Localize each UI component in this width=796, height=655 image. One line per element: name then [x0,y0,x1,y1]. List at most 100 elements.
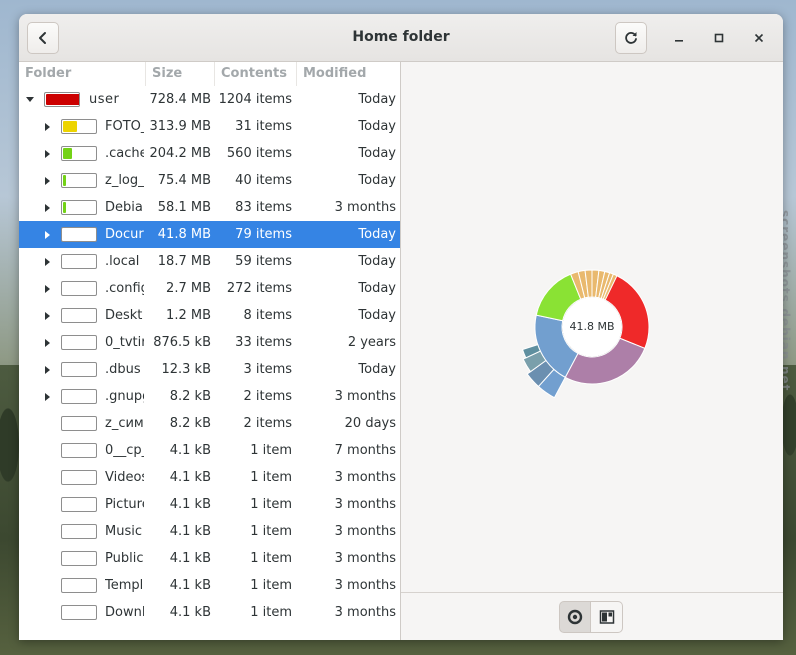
folder-name: Picture [105,497,144,512]
folder-contents: 1 item [250,470,292,485]
column-header-contents[interactable]: Contents [215,62,297,86]
column-header-modified[interactable]: Modified [297,62,400,86]
folder-modified: Today [358,227,396,242]
usage-bar [61,200,97,215]
rings-chart[interactable]: 41.8 MB [401,62,783,592]
folder-name: .dbus [105,362,141,377]
collapsed-arrow-icon[interactable] [41,248,53,275]
folder-row[interactable]: Debia 58.1 MB 83 items 3 months [19,194,400,221]
folder-row[interactable]: .local 18.7 MB 59 items Today [19,248,400,275]
minimize-button[interactable] [669,28,689,48]
collapsed-arrow-icon[interactable] [41,383,53,410]
usage-bar [61,335,97,350]
folder-size: 4.1 kB [169,551,211,566]
folder-contents: 59 items [235,254,292,269]
folder-contents: 8 items [243,308,292,323]
folder-size: 4.1 kB [169,524,211,539]
usage-bar [61,389,97,404]
collapsed-arrow-icon[interactable] [41,275,53,302]
usage-bar [61,254,97,269]
usage-bar [61,470,97,485]
folder-modified: Today [358,281,396,296]
folder-row[interactable]: Public 4.1 kB 1 item 3 months [19,545,400,572]
usage-bar [61,146,97,161]
usage-bar [61,173,97,188]
usage-bar [61,362,97,377]
column-header-folder[interactable]: Folder [19,62,146,86]
folder-modified: 20 days [344,416,396,431]
folder-modified: 3 months [334,551,396,566]
folder-row[interactable]: 0_tvtir 876.5 kB 33 items 2 years [19,329,400,356]
folder-row[interactable]: .cache 204.2 MB 560 items Today [19,140,400,167]
folder-row[interactable]: Videos 4.1 kB 1 item 3 months [19,464,400,491]
collapsed-arrow-icon[interactable] [41,113,53,140]
folder-size: 75.4 MB [157,173,211,188]
folder-name: 0_tvtir [105,335,144,350]
folder-contents: 79 items [235,227,292,242]
usage-bar [61,551,97,566]
folder-name: Videos [105,470,144,485]
folder-size: 12.3 kB [161,362,211,377]
folder-name: .config [105,281,144,296]
folder-size: 4.1 kB [169,497,211,512]
header-bar: Home folder [19,14,783,62]
folder-contents: 1 item [250,578,292,593]
folder-modified: Today [358,173,396,188]
folder-row[interactable]: z_log_ 75.4 MB 40 items Today [19,167,400,194]
close-button[interactable] [749,28,769,48]
close-icon [754,33,764,43]
folder-row[interactable]: Music 4.1 kB 1 item 3 months [19,518,400,545]
folder-row[interactable]: user 728.4 MB 1204 items Today [19,86,400,113]
folder-modified: 7 months [334,443,396,458]
treemap-chart-icon [599,610,614,624]
usage-bar [61,524,97,539]
folder-size: 4.1 kB [169,470,211,485]
folder-row[interactable]: Downl 4.1 kB 1 item 3 months [19,599,400,626]
folder-size: 4.1 kB [169,443,211,458]
folder-size: 728.4 MB [149,92,211,107]
folder-row[interactable]: Picture 4.1 kB 1 item 3 months [19,491,400,518]
folder-size: 8.2 kB [169,389,211,404]
folder-row[interactable]: Templ 4.1 kB 1 item 3 months [19,572,400,599]
folder-row[interactable]: Docur 41.8 MB 79 items Today [19,221,400,248]
collapsed-arrow-icon[interactable] [41,329,53,356]
rings-chart-button[interactable] [559,601,591,633]
folder-contents: 83 items [235,200,292,215]
folder-contents: 1 item [250,551,292,566]
folder-name: FOTO_ [105,119,144,134]
folder-name: .local [105,254,140,269]
folder-contents: 1 item [250,524,292,539]
app-window: Home folder Folder Size Contents Modifie… [19,14,783,640]
collapsed-arrow-icon[interactable] [41,167,53,194]
folder-modified: 2 years [347,335,396,350]
column-header-size[interactable]: Size [146,62,215,86]
folder-row[interactable]: 0__cp_ 4.1 kB 1 item 7 months [19,437,400,464]
expanded-arrow-icon[interactable] [24,86,36,113]
folder-size: 4.1 kB [169,578,211,593]
folder-name: Downl [105,605,144,620]
folder-name: z_сим [105,416,144,431]
folder-name: z_log_ [105,173,144,188]
usage-bar [44,92,80,107]
collapsed-arrow-icon[interactable] [41,356,53,383]
collapsed-arrow-icon[interactable] [41,140,53,167]
folder-row[interactable]: z_сим 8.2 kB 2 items 20 days [19,410,400,437]
folder-row[interactable]: Deskt 1.2 MB 8 items Today [19,302,400,329]
maximize-button[interactable] [709,28,729,48]
folder-row[interactable]: FOTO_ 313.9 MB 31 items Today [19,113,400,140]
folder-size: 4.1 kB [169,605,211,620]
folder-modified: 3 months [334,470,396,485]
collapsed-arrow-icon[interactable] [41,194,53,221]
reload-button[interactable] [615,22,647,54]
folder-name: Debia [105,200,143,215]
collapsed-arrow-icon[interactable] [41,302,53,329]
folder-name: 0__cp_ [105,443,144,458]
folder-modified: Today [358,146,396,161]
folder-contents: 560 items [226,146,292,161]
folder-row[interactable]: .dbus 12.3 kB 3 items Today [19,356,400,383]
collapsed-arrow-icon[interactable] [41,221,53,248]
folder-row[interactable]: .gnupg 8.2 kB 2 items 3 months [19,383,400,410]
folder-modified: 3 months [334,200,396,215]
treemap-chart-button[interactable] [591,601,623,633]
folder-row[interactable]: .config 2.7 MB 272 items Today [19,275,400,302]
